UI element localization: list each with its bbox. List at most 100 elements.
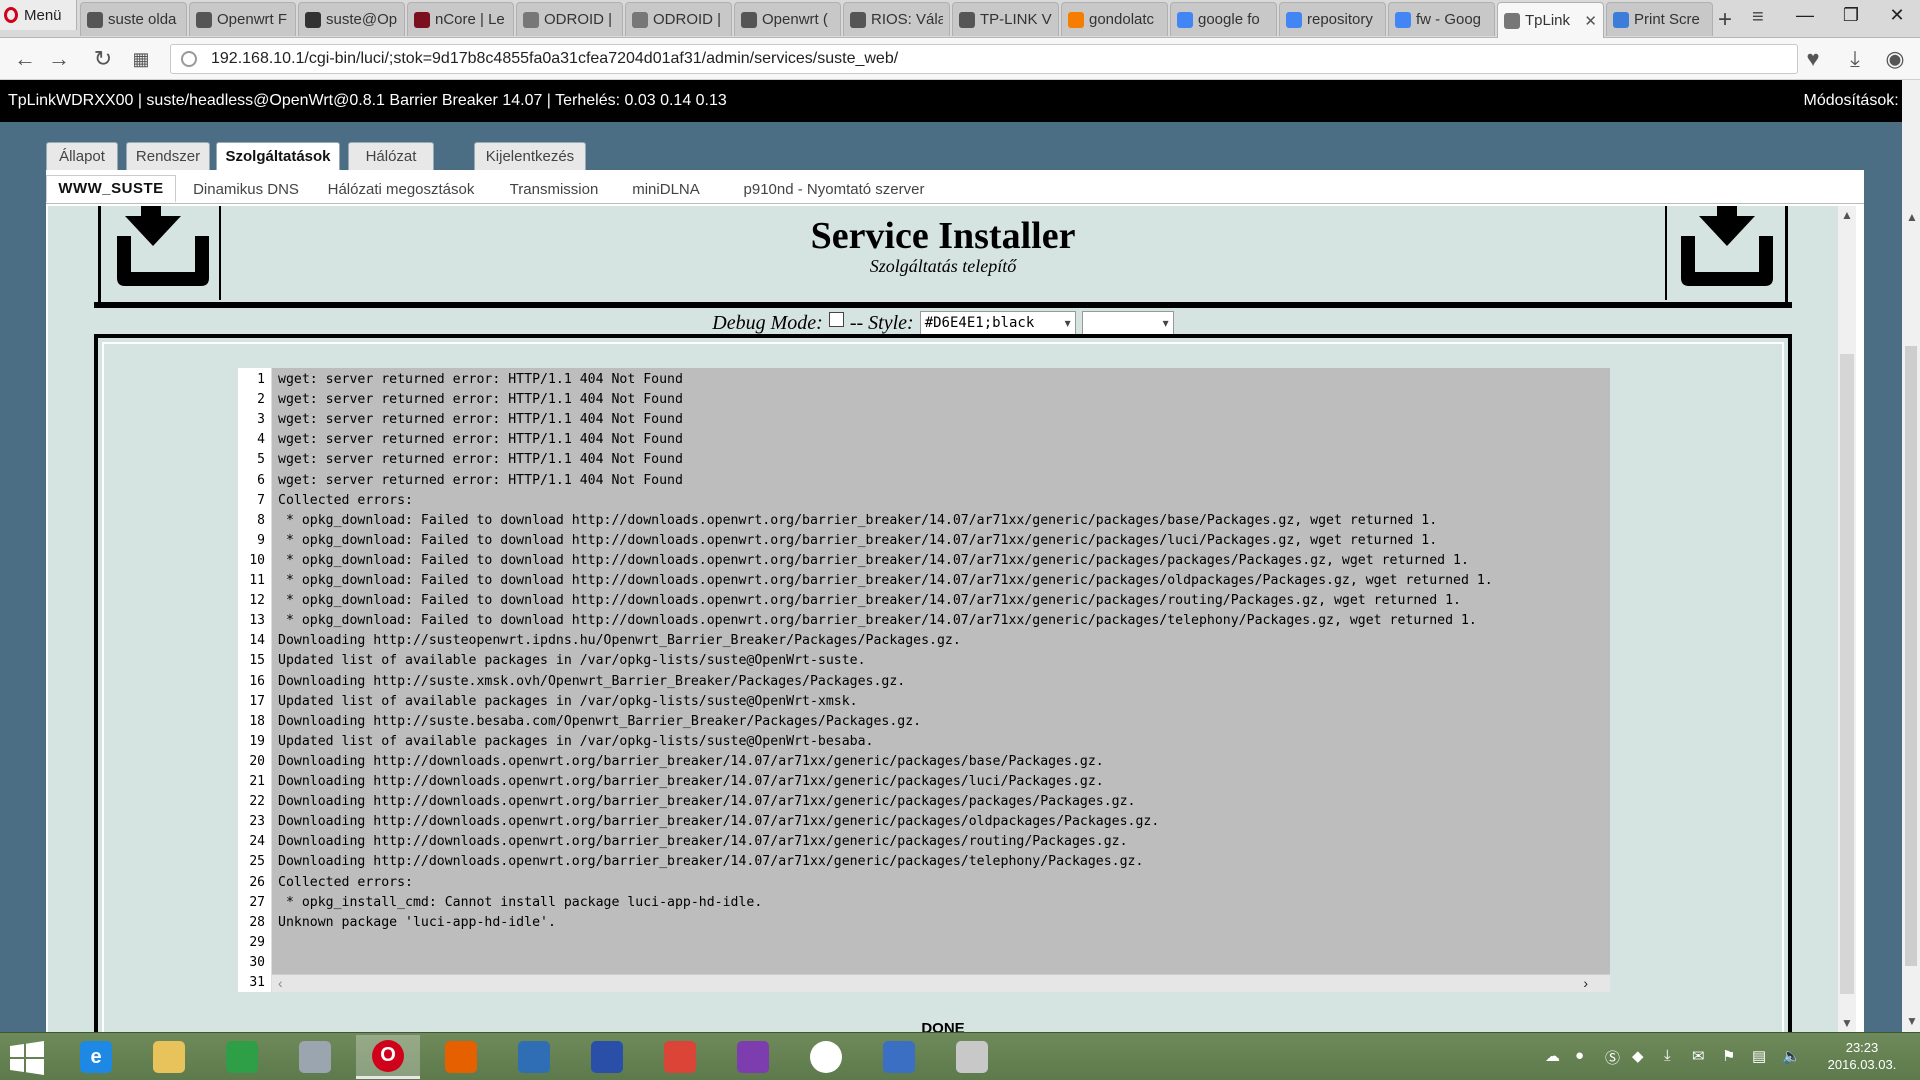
browser-tab[interactable]: gondolatc: [1061, 2, 1168, 36]
tab-kijelentkezes[interactable]: Kijelentkezés: [474, 142, 586, 170]
browser-tab[interactable]: Print Scre: [1606, 2, 1713, 36]
taskbar-app-calculator[interactable]: [283, 1035, 347, 1079]
taskbar-app-firefox[interactable]: [429, 1035, 493, 1079]
tray-download-icon[interactable]: ⤓: [1664, 1047, 1671, 1064]
taskbar-app-save-app[interactable]: [575, 1035, 639, 1079]
scrollbar-thumb[interactable]: [1905, 346, 1917, 966]
browser-tab[interactable]: TP-LINK V: [952, 2, 1059, 36]
download-icon[interactable]: ⤓: [1842, 46, 1868, 72]
taskbar-app-internet-explorer[interactable]: e: [64, 1035, 128, 1079]
taskbar-clock[interactable]: 23:23 2016.03.03.: [1818, 1039, 1906, 1073]
scroll-up-icon[interactable]: ▲: [1841, 208, 1853, 222]
onedrive-icon[interactable]: ☁: [1545, 1047, 1560, 1065]
browser-tab[interactable]: Openwrt (: [734, 2, 841, 36]
page-vertical-scrollbar[interactable]: ▲ ▼: [1902, 80, 1920, 1032]
subtab-dinamikus-dns[interactable]: Dinamikus DNS: [190, 175, 302, 203]
line-number: 30: [249, 954, 265, 970]
browser-tab[interactable]: fw - Goog: [1388, 2, 1495, 36]
style-select-value: #D6E4E1;black: [924, 315, 1035, 331]
tab-rendszer[interactable]: Rendszer: [126, 142, 210, 170]
browser-tab[interactable]: ODROID |: [625, 2, 732, 36]
log-line: Downloading http://downloads.openwrt.org…: [278, 834, 1128, 850]
tab-szolgaltatasok[interactable]: Szolgáltatások: [216, 142, 340, 170]
browser-tab[interactable]: repository: [1279, 2, 1386, 36]
network-tray-icon[interactable]: ▤: [1752, 1047, 1766, 1065]
browser-tab[interactable]: RIOS: Vála: [843, 2, 950, 36]
line-number: 24: [249, 834, 265, 850]
taskbar-app-paint[interactable]: [940, 1035, 1004, 1079]
volume-icon[interactable]: 🔈: [1782, 1047, 1801, 1065]
scroll-down-icon[interactable]: ▼: [1906, 1014, 1918, 1028]
new-tab-button[interactable]: +: [1712, 6, 1738, 34]
style-select-2[interactable]: ▾: [1081, 311, 1174, 335]
help-icon: [1613, 11, 1629, 28]
browser-tab[interactable]: TpLink ✕: [1497, 2, 1604, 38]
taskbar-app-viber[interactable]: [721, 1035, 785, 1079]
firefox-icon: [445, 1041, 477, 1073]
scroll-right-icon[interactable]: ›: [1583, 975, 1588, 991]
frame-vertical-scrollbar[interactable]: ▲ ▼: [1838, 206, 1856, 1032]
browser-tab[interactable]: suste@Op: [298, 2, 405, 36]
debug-mode-checkbox[interactable]: [828, 311, 844, 327]
browser-tab[interactable]: suste olda: [80, 2, 187, 36]
chat-bubble-icon: [87, 11, 103, 28]
opera-menu-label: Menü: [24, 6, 62, 24]
skype-icon[interactable]: Ⓢ: [1605, 1047, 1620, 1068]
google-icon: [1395, 11, 1411, 28]
taskbar-app-network-app[interactable]: [867, 1035, 931, 1079]
browser-tab[interactable]: nCore | Le: [407, 2, 514, 36]
browser-tab-title: Openwrt (: [762, 11, 828, 28]
tab-halozat[interactable]: Hálózat: [348, 142, 434, 170]
log-line: * opkg_download: Failed to download http…: [278, 613, 1477, 629]
window-maximize-button[interactable]: ❐: [1828, 0, 1874, 30]
changes-counter[interactable]: Módosítások: 0: [1804, 92, 1913, 110]
windows-start-icon[interactable]: [10, 1041, 44, 1075]
subtab-www-suste[interactable]: WWW_SUSTE: [46, 175, 176, 203]
tab-menu-icon[interactable]: ≡: [1752, 6, 1764, 29]
bookmark-heart-icon[interactable]: ♥: [1800, 46, 1826, 72]
subtab-transmission[interactable]: Transmission: [504, 175, 604, 203]
forward-icon[interactable]: →: [46, 46, 72, 72]
browser-tab[interactable]: google fo: [1170, 2, 1277, 36]
scroll-up-icon[interactable]: ▲: [1906, 210, 1918, 224]
window-minimize-button[interactable]: —: [1782, 0, 1828, 30]
download-tray-icon: [1681, 206, 1773, 286]
line-number: 26: [249, 874, 265, 890]
taskbar-app-opera[interactable]: O: [356, 1035, 420, 1079]
close-tab-icon[interactable]: ✕: [1584, 12, 1597, 30]
taskbar-app-football-app[interactable]: [794, 1035, 858, 1079]
taskbar-app-file-explorer[interactable]: [137, 1035, 201, 1079]
horizontal-scrollbar[interactable]: ‹ ›: [272, 974, 1610, 992]
scrollbar-thumb[interactable]: [1840, 354, 1854, 994]
mail-icon[interactable]: ✉: [1692, 1047, 1705, 1065]
speed-dial-icon[interactable]: ▦: [128, 46, 154, 72]
line-number: 5: [257, 452, 265, 468]
tray-app-icon[interactable]: ◆: [1632, 1047, 1644, 1065]
subtab-halozati-megosztasok[interactable]: Hálózati megosztások: [318, 175, 484, 203]
subtab-minidlna[interactable]: miniDLNA: [626, 175, 706, 203]
browser-tab[interactable]: ODROID |: [516, 2, 623, 36]
taskbar-app-store[interactable]: [210, 1035, 274, 1079]
log-line: * opkg_install_cmd: Cannot install packa…: [278, 894, 763, 910]
tab-allapot[interactable]: Állapot: [46, 142, 118, 170]
subtab-p910nd[interactable]: p910nd - Nyomtató szerver: [732, 175, 936, 203]
output-log[interactable]: 1 2 3 4 5 6 7 8 9 10 11 12 13 14 15 16 17 18 19 20 21 22 23 24 2…: [238, 368, 1610, 992]
back-icon[interactable]: ←: [12, 46, 38, 72]
log-line: Collected errors:: [278, 874, 413, 890]
luci-header-bar: TpLinkWDRXX00 | suste/headless@OpenWrt@0…: [0, 80, 1920, 122]
site-info-icon[interactable]: [181, 51, 197, 67]
taskbar-app-thunderbird[interactable]: [502, 1035, 566, 1079]
url-input[interactable]: 192.168.10.1/cgi-bin/luci/;stok=9d17b8c4…: [170, 44, 1798, 74]
browser-tab-title: gondolatc: [1089, 11, 1155, 28]
account-icon[interactable]: ◉: [1882, 46, 1908, 72]
taskbar-app-chrome[interactable]: [648, 1035, 712, 1079]
action-center-flag-icon[interactable]: ⚑: [1722, 1047, 1735, 1065]
tray-app-icon[interactable]: ●: [1575, 1047, 1584, 1064]
reload-icon[interactable]: ↻: [90, 46, 116, 72]
browser-tab[interactable]: Openwrt F: [189, 2, 296, 36]
style-select[interactable]: #D6E4E1;black ▾: [919, 311, 1076, 335]
window-close-button[interactable]: ✕: [1874, 0, 1920, 30]
scroll-left-icon[interactable]: ‹: [278, 975, 283, 991]
opera-menu-button[interactable]: Menü: [0, 0, 77, 30]
scroll-down-icon[interactable]: ▼: [1841, 1016, 1853, 1030]
